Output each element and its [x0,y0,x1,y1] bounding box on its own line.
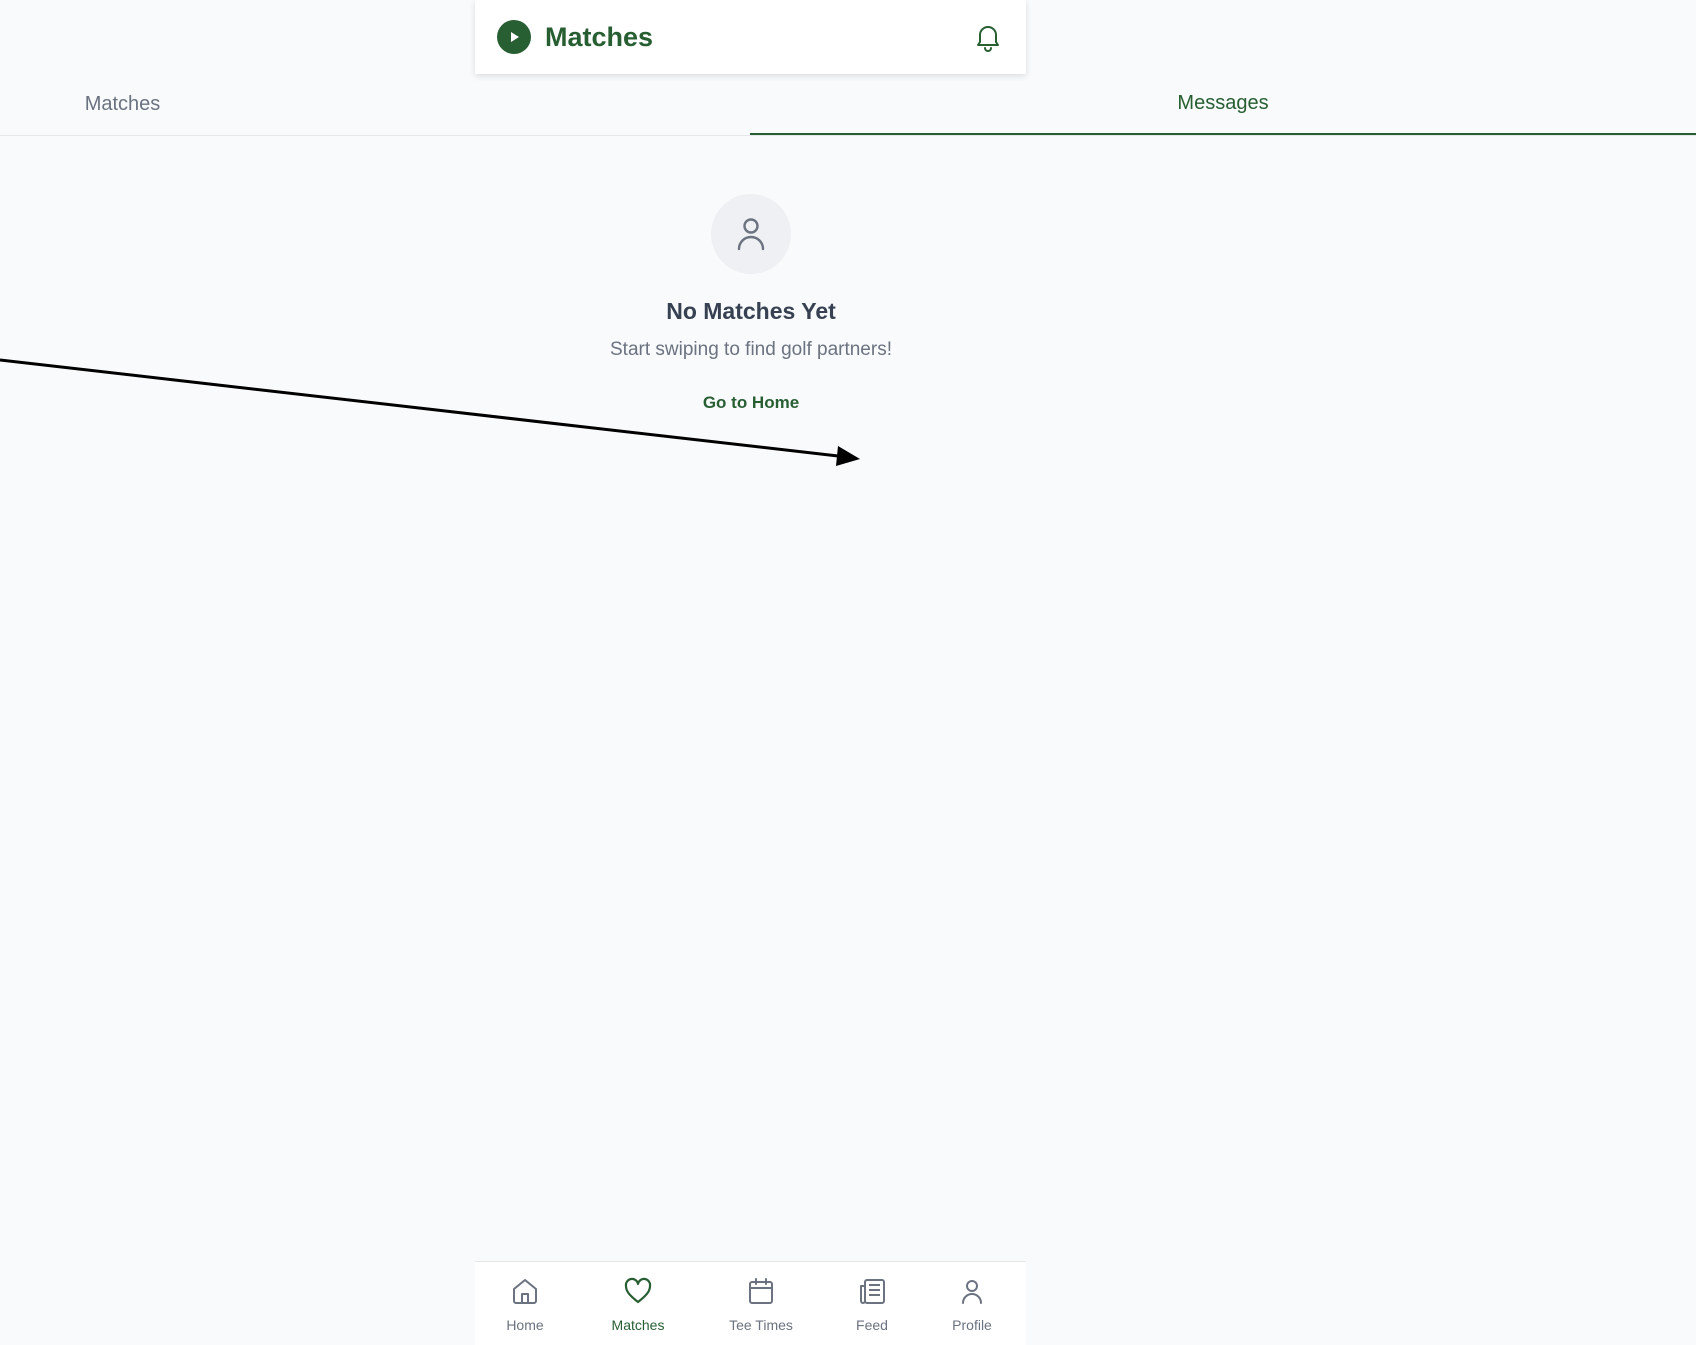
heart-icon [623,1276,653,1311]
nav-item-tee-times[interactable]: Tee Times [711,1262,811,1345]
page-title: Matches [545,21,654,52]
nav-item-feed[interactable]: Feed [822,1262,922,1345]
tab-bar: Matches Messages [0,74,1696,136]
top-header: Matches [475,0,1026,74]
bottom-navigation: Home Matches Tee Times Feed Profile [475,1261,1026,1345]
go-to-home-button[interactable]: Go to Home [691,387,811,419]
nav-label-feed: Feed [856,1316,888,1333]
home-icon [510,1276,540,1311]
user-icon [957,1276,987,1311]
nav-label-matches: Matches [611,1316,665,1333]
app-page: Matches Matches Messages No Matches Yet … [0,0,1696,1345]
nav-item-matches[interactable]: Matches [588,1262,688,1345]
empty-state: No Matches Yet Start swiping to find gol… [0,136,1502,419]
calendar-icon [746,1276,776,1311]
nav-item-profile[interactable]: Profile [922,1262,1022,1345]
nav-label-profile: Profile [952,1316,992,1333]
empty-state-subtext: Start swiping to find golf partners! [610,339,892,360]
tab-matches[interactable]: Matches [0,74,245,135]
user-icon [711,194,791,274]
newspaper-icon [857,1276,887,1311]
nav-item-home[interactable]: Home [475,1262,575,1345]
nav-label-home: Home [506,1316,544,1333]
nav-label-tee-times: Tee Times [729,1316,793,1333]
tab-messages[interactable]: Messages [750,74,1696,135]
bell-icon[interactable] [972,21,1004,53]
empty-state-headline: No Matches Yet [666,298,836,324]
play-circle-icon [497,20,531,54]
